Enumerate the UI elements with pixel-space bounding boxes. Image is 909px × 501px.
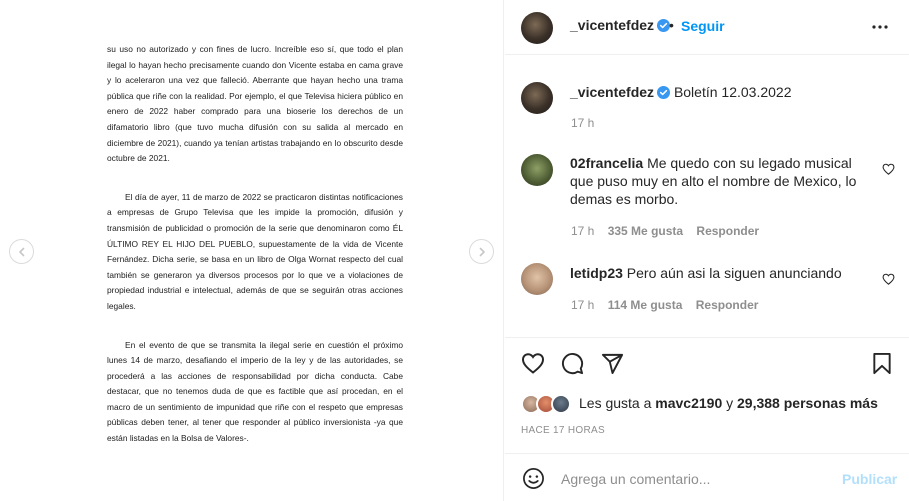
likes-conj: y [726, 395, 734, 411]
post-header: _vicentefdez • Seguir [505, 0, 909, 55]
comment-username[interactable]: 02francelia [570, 155, 643, 171]
caption-username[interactable]: _vicentefdez [570, 84, 654, 100]
comment-input[interactable]: Agrega un comentario... [561, 471, 710, 487]
comment-text: Pero aún asi la siguen anunciando [626, 265, 842, 281]
post-actions: Les gusta a mavc2190 y 29,388 personas m… [505, 337, 909, 452]
header-separator: • [669, 17, 674, 33]
previous-media-button[interactable] [9, 239, 34, 264]
list-item: letidp23 Pero aún asi la siguen anuncian… [570, 264, 870, 282]
avatar[interactable] [521, 263, 553, 295]
document-paragraph-1: su uso no autorizado y con fines de lucr… [107, 44, 403, 164]
reply-button[interactable]: Responder [696, 298, 759, 312]
comment-time[interactable]: 17 h [571, 298, 594, 312]
liked-by-avatars[interactable] [521, 394, 581, 416]
comment-meta: 17 h 114 Me gusta Responder [571, 298, 758, 312]
heart-icon[interactable] [882, 273, 895, 285]
caption-time[interactable]: 17 h [571, 116, 594, 130]
comments-list: _vicentefdez Boletín 12.03.2022 17 h 02f… [505, 56, 909, 336]
emoji-icon[interactable] [522, 467, 545, 490]
add-comment-bar: Agrega un comentario... Publicar [505, 453, 909, 501]
more-icon[interactable] [871, 18, 889, 36]
chevron-right-icon [479, 247, 485, 256]
likes-prefix: Les gusta a [579, 395, 652, 411]
heart-icon[interactable] [521, 352, 545, 374]
heart-icon[interactable] [882, 163, 895, 175]
likes-summary: Les gusta a mavc2190 y 29,388 personas m… [579, 395, 878, 411]
document-paragraph-2: El día de ayer, 11 de marzo de 2022 se p… [107, 191, 403, 311]
list-item: 02francelia Me quedo con su legado music… [570, 154, 870, 208]
share-icon[interactable] [601, 352, 624, 375]
comment-meta: 17 h 335 Me gusta Responder [571, 224, 759, 238]
post-sidebar: _vicentefdez • Seguir _vicentefdez Bolet… [505, 0, 909, 501]
comment-username[interactable]: letidp23 [570, 265, 623, 281]
post-time[interactable]: HACE 17 HORAS [521, 425, 605, 436]
verified-icon [657, 86, 671, 99]
follow-button[interactable]: Seguir [681, 18, 725, 34]
reply-button[interactable]: Responder [696, 224, 759, 238]
caption: _vicentefdez Boletín 12.03.2022 [570, 83, 890, 101]
next-media-button[interactable] [469, 239, 494, 264]
avatar [551, 394, 571, 414]
chevron-left-icon [18, 247, 24, 256]
comment-icon[interactable] [561, 352, 584, 375]
header-username-row: _vicentefdez [570, 17, 671, 35]
avatar[interactable] [521, 154, 553, 186]
avatar[interactable] [521, 82, 553, 114]
likes-count[interactable]: 29,388 personas más [737, 395, 878, 411]
comment-time[interactable]: 17 h [571, 224, 594, 238]
liked-by-user[interactable]: mavc2190 [655, 395, 722, 411]
post-media: su uso no autorizado y con fines de lucr… [0, 0, 504, 501]
avatar[interactable] [521, 12, 553, 44]
caption-text: Boletín 12.03.2022 [673, 84, 792, 100]
document-page: su uso no autorizado y con fines de lucr… [107, 42, 403, 470]
bookmark-icon[interactable] [872, 352, 892, 375]
publish-button[interactable]: Publicar [842, 471, 897, 487]
header-username[interactable]: _vicentefdez [570, 17, 654, 33]
comment-likes[interactable]: 335 Me gusta [608, 224, 683, 238]
document-paragraph-3: En el evento de que se transmita la ileg… [107, 339, 403, 444]
comment-likes[interactable]: 114 Me gusta [608, 298, 683, 312]
